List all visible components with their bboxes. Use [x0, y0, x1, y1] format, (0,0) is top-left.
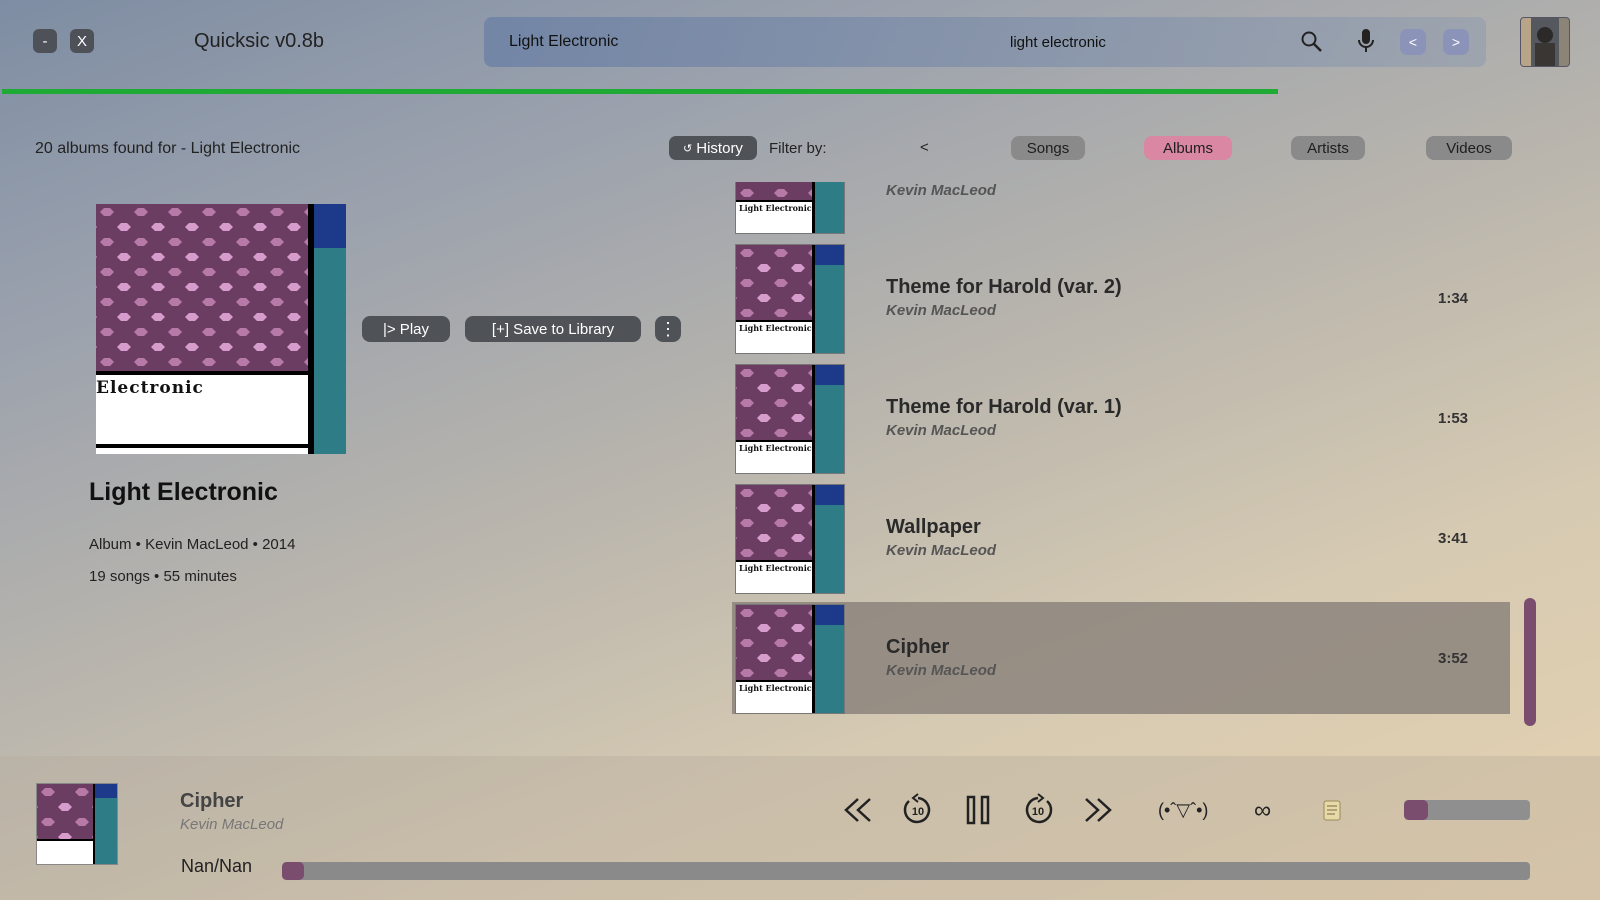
- queue-icon[interactable]: [1314, 792, 1350, 828]
- search-label: Light Electronic: [509, 33, 619, 50]
- song-duration: 1:53: [1438, 410, 1469, 427]
- song-list: Light Electronic Kevin MacLeod Light Ele…: [732, 182, 1510, 714]
- search-input[interactable]: [1010, 30, 1250, 54]
- previous-track-icon[interactable]: [840, 792, 876, 828]
- song-duration: 1:34: [1438, 290, 1469, 307]
- svg-text:10: 10: [912, 806, 924, 818]
- song-title: Wallpaper: [886, 516, 981, 538]
- close-button[interactable]: X: [70, 29, 94, 53]
- rewind-10-icon[interactable]: 10: [900, 792, 936, 828]
- filter-videos[interactable]: Videos: [1426, 136, 1512, 160]
- avatar[interactable]: [1520, 17, 1570, 67]
- thumbnail-caption: Light Electronic: [739, 443, 812, 453]
- thumbnail-caption: Light Electronic: [739, 683, 812, 693]
- mood-emoticon-button[interactable]: (•ˆ▽ˆ•): [1158, 800, 1208, 821]
- song-title: Theme for Harold (var. 1): [886, 396, 1122, 418]
- album-title: Light Electronic: [89, 478, 278, 506]
- thumbnail-caption: Light Electronic: [739, 323, 812, 333]
- minimize-button[interactable]: -: [33, 29, 57, 53]
- microphone-icon[interactable]: [1353, 28, 1379, 54]
- playback-time: Nan/Nan: [181, 856, 253, 876]
- results-count-text: 20 albums found for - Light Electronic: [35, 140, 301, 157]
- forward-10-icon[interactable]: 10: [1020, 792, 1056, 828]
- song-row[interactable]: Light Electronic Kevin MacLeod: [732, 182, 1510, 234]
- search-forward-button[interactable]: >: [1443, 29, 1469, 55]
- filter-label: Filter by:: [769, 140, 827, 157]
- song-thumbnail: Light Electronic: [735, 604, 845, 714]
- thumbnail-caption: Light Electronic: [739, 203, 812, 213]
- album-song-count: 19 songs • 55 minutes: [89, 568, 237, 585]
- song-thumbnail: Light Electronic: [735, 244, 845, 354]
- filter-albums[interactable]: Albums: [1144, 136, 1232, 160]
- song-list-scrollbar[interactable]: [1524, 598, 1536, 726]
- loading-progress-bar: [2, 89, 1278, 94]
- search-bar: Light Electronic < >: [484, 17, 1486, 67]
- history-icon: ↺: [683, 142, 693, 155]
- save-to-library-button[interactable]: [+] Save to Library: [465, 316, 641, 342]
- next-track-icon[interactable]: [1080, 792, 1116, 828]
- app-title: Quicksic v0.8b: [194, 30, 325, 52]
- song-artist: Kevin MacLeod: [886, 302, 997, 319]
- filter-songs[interactable]: Songs: [1011, 136, 1085, 160]
- album-meta: Album • Kevin MacLeod • 2014: [89, 536, 296, 553]
- svg-text:10: 10: [1032, 806, 1044, 818]
- song-duration: 3:41: [1438, 530, 1469, 547]
- now-playing-thumbnail: [36, 783, 118, 865]
- play-album-button[interactable]: |> Play: [362, 316, 450, 342]
- song-title: Cipher: [886, 636, 950, 658]
- album-cover-text: Electronic: [96, 378, 204, 398]
- album-cover: Electronic: [96, 204, 346, 454]
- now-playing-title: Cipher: [180, 790, 244, 812]
- song-row[interactable]: Light Electronic Cipher Kevin MacLeod 3:…: [732, 602, 1510, 714]
- seek-knob[interactable]: [282, 862, 304, 880]
- song-title: Theme for Harold (var. 2): [886, 276, 1122, 298]
- song-artist: Kevin MacLeod: [886, 422, 997, 439]
- filter-prev-button[interactable]: <: [920, 139, 929, 156]
- song-duration: 3:52: [1438, 650, 1469, 667]
- album-cover-art: [96, 204, 346, 454]
- pause-icon[interactable]: [960, 792, 996, 828]
- search-icon[interactable]: [1298, 28, 1324, 54]
- search-back-button[interactable]: <: [1400, 29, 1426, 55]
- song-thumbnail: Light Electronic: [735, 364, 845, 474]
- volume-knob[interactable]: [1404, 800, 1428, 820]
- thumbnail-caption: Light Electronic: [739, 563, 812, 573]
- song-thumbnail: Light Electronic: [735, 182, 845, 234]
- song-row[interactable]: Light Electronic Theme for Harold (var. …: [732, 242, 1510, 354]
- history-label: History: [696, 139, 743, 157]
- song-row[interactable]: Light Electronic Wallpaper Kevin MacLeod…: [732, 482, 1510, 594]
- now-playing-artist: Kevin MacLeod: [180, 816, 284, 833]
- history-button[interactable]: ↺ History: [669, 136, 757, 160]
- song-artist: Kevin MacLeod: [886, 662, 997, 679]
- song-row[interactable]: Light Electronic Theme for Harold (var. …: [732, 362, 1510, 474]
- song-thumbnail: Light Electronic: [735, 484, 845, 594]
- more-options-button[interactable]: ⋮: [655, 316, 681, 342]
- seek-bar[interactable]: [282, 862, 1530, 880]
- loop-icon[interactable]: ∞: [1254, 797, 1271, 825]
- song-artist: Kevin MacLeod: [886, 182, 997, 199]
- song-artist: Kevin MacLeod: [886, 542, 997, 559]
- filter-artists[interactable]: Artists: [1291, 136, 1365, 160]
